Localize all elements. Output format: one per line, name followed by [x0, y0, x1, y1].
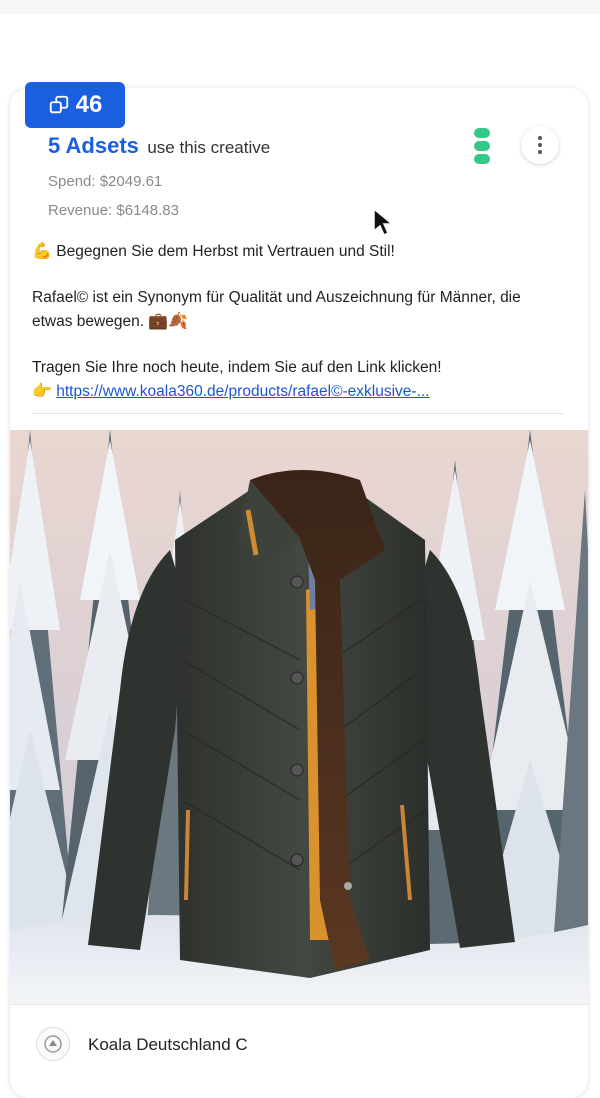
jacket-product-image — [10, 430, 588, 1004]
revenue-metric: Revenue: $6148.83 — [48, 202, 179, 219]
cta-text: Tragen Sie Ihre noch heute, indem Sie au… — [32, 359, 442, 376]
more-vertical-icon — [538, 136, 542, 140]
mouse-cursor-icon — [373, 207, 394, 237]
flexed-biceps-icon: 💪 — [32, 241, 52, 260]
footer-divider — [10, 1004, 588, 1005]
adsets-suffix: use this creative — [147, 138, 271, 157]
pointing-hand-icon: 👉 — [32, 381, 52, 400]
headline-text: Begegnen Sie dem Herbst mit Vertrauen un… — [56, 243, 395, 260]
status-indicator-icon — [474, 128, 490, 164]
copy-icon — [49, 95, 68, 114]
creative-image[interactable] — [10, 430, 588, 1004]
spend-metric: Spend: $2049.61 — [48, 173, 163, 190]
koala-logo-icon[interactable] — [36, 1027, 70, 1061]
adset-count-badge[interactable]: 46 — [25, 82, 125, 128]
ad-cta: Tragen Sie Ihre noch heute, indem Sie au… — [32, 356, 552, 403]
adsets-link[interactable]: 5 Adsets — [48, 133, 139, 158]
adsets-summary: 5 Adsets use this creative — [48, 133, 270, 159]
page-name[interactable]: Koala Deutschland C — [88, 1035, 248, 1055]
content-divider — [32, 413, 564, 414]
ad-headline: 💪 Begegnen Sie dem Herbst mit Vertrauen … — [32, 239, 552, 263]
ad-paragraph: Rafael© ist ein Synonym für Qualität und… — [32, 286, 552, 333]
product-link[interactable]: https://www.koala360.de/products/rafael©… — [56, 383, 429, 400]
more-options-button[interactable] — [521, 126, 559, 164]
adset-count: 46 — [75, 91, 103, 118]
top-bar — [0, 0, 600, 14]
briefcase-leaf-icons: 💼🍂 — [148, 311, 189, 330]
paragraph-text: Rafael© ist ein Synonym für Qualität und… — [32, 289, 521, 330]
